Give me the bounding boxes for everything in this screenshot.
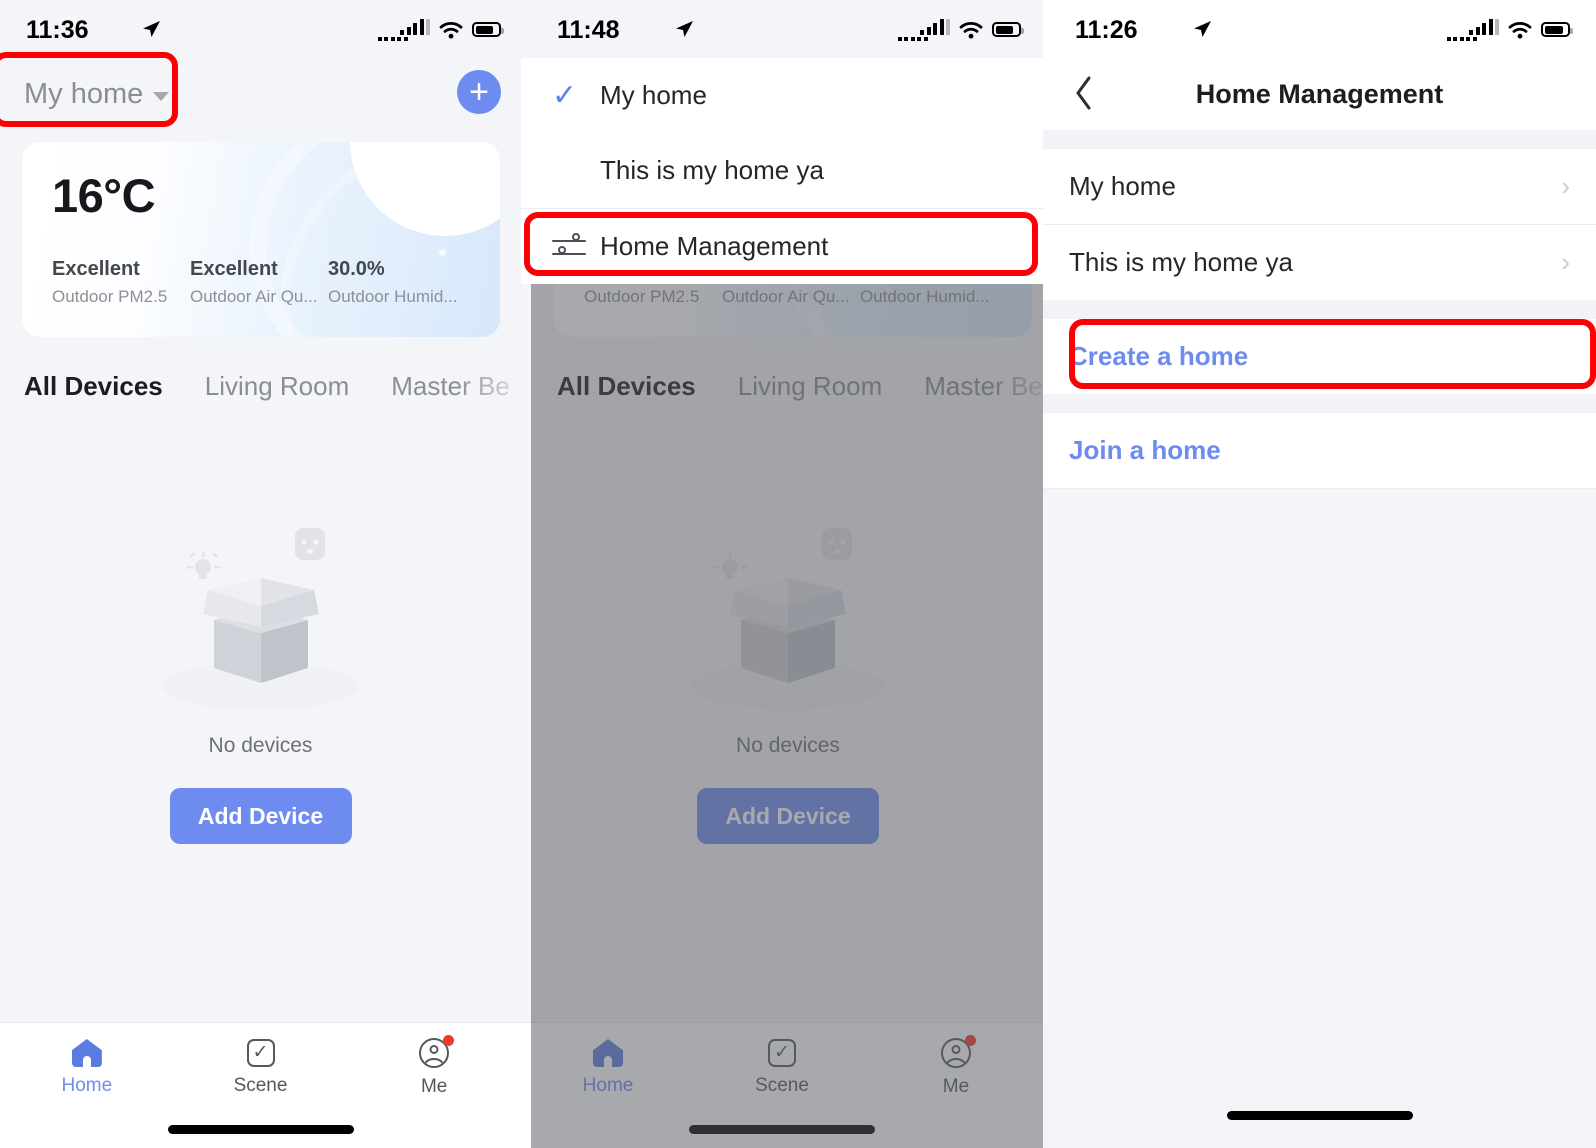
stat-label: Outdoor Humid... xyxy=(328,287,458,306)
stat-label: Outdoor Air Qu... xyxy=(190,287,318,306)
status-bar-indicators xyxy=(897,18,1024,41)
tab-scene-label: Scene xyxy=(233,1075,288,1096)
stat-value: Excellent xyxy=(190,258,278,280)
stat-label: Outdoor PM2.5 xyxy=(52,287,168,306)
stat-value: 30.0% xyxy=(328,258,385,280)
home-header: My home + xyxy=(0,58,521,136)
home-row-label: My home xyxy=(1069,171,1176,201)
room-tabs: All Devices Living Room Master Be ••• xyxy=(0,360,521,412)
page-title: Home Management xyxy=(1195,78,1444,109)
weather-stat: Excellent Outdoor Air Qu... xyxy=(190,258,328,307)
wifi-icon xyxy=(959,21,983,39)
battery-icon xyxy=(992,22,1024,37)
create-a-home-label: Create a home xyxy=(1069,341,1249,371)
location-arrow-icon xyxy=(1191,18,1213,46)
home-row-label: This is my home ya xyxy=(1069,247,1293,277)
status-bar-time: 11:26 xyxy=(1075,16,1138,44)
home-row-this-is-my-home-ya[interactable]: This is my home ya › xyxy=(1043,225,1596,300)
dropdown-item-label: Home Management xyxy=(600,231,829,261)
status-bar: 11:48 xyxy=(521,0,1043,58)
battery-icon xyxy=(472,22,504,37)
section-gap xyxy=(1043,300,1596,319)
add-device-plus-button[interactable]: + xyxy=(457,70,501,114)
phone-panel-home-screen: 11:36 My home + 16°C Excellent Outdoor P… xyxy=(0,0,521,1148)
empty-state-text: No devices xyxy=(208,734,313,757)
home-indicator xyxy=(167,1125,354,1134)
cellular-signal-icon xyxy=(897,18,950,41)
status-bar-time: 11:36 xyxy=(26,16,89,44)
join-home-section: Join a home xyxy=(1043,413,1596,489)
location-arrow-icon xyxy=(140,18,162,46)
section-gap xyxy=(1043,130,1596,149)
tab-master-bedroom[interactable]: Master Be xyxy=(391,371,510,402)
outdoor-temperature: 16°C xyxy=(52,169,156,222)
sliders-icon xyxy=(552,232,586,262)
join-a-home-button[interactable]: Join a home xyxy=(1043,413,1596,488)
wifi-icon xyxy=(439,21,463,39)
status-bar-indicators xyxy=(377,18,504,41)
wifi-icon xyxy=(1508,21,1532,39)
battery-icon xyxy=(1541,22,1573,37)
tab-home-label: Home xyxy=(61,1075,113,1096)
profile-icon xyxy=(419,1035,455,1068)
tab-me[interactable]: Me xyxy=(347,1023,521,1113)
location-arrow-icon xyxy=(673,18,695,46)
cellular-signal-icon xyxy=(377,18,430,41)
check-icon: ✓ xyxy=(552,78,578,112)
join-a-home-label: Join a home xyxy=(1069,435,1221,465)
tab-all-devices[interactable]: All Devices xyxy=(24,371,163,402)
homes-list: My home › This is my home ya › xyxy=(1043,149,1596,300)
weather-card[interactable]: 16°C Excellent Outdoor PM2.5 Excellent O… xyxy=(22,142,500,337)
tab-living-room[interactable]: Living Room xyxy=(205,371,350,402)
chevron-down-icon xyxy=(153,92,170,101)
actions-list: Create a home xyxy=(1043,319,1596,394)
bottom-tab-bar: Home ✓ Scene Me xyxy=(0,1022,521,1148)
dropdown-item-this-is-my-home-ya[interactable]: This is my home ya xyxy=(521,133,1043,208)
tab-scene[interactable]: ✓ Scene xyxy=(174,1023,348,1113)
back-button[interactable] xyxy=(1057,66,1111,120)
home-indicator xyxy=(1226,1111,1413,1120)
phone-panel-home-management: 11:26 Home Management My home › This is … xyxy=(1043,0,1596,1148)
chevron-left-icon xyxy=(1076,76,1091,110)
status-bar-indicators xyxy=(1446,18,1573,41)
dropdown-item-label: My home xyxy=(600,80,707,110)
home-selector-label: My home xyxy=(24,78,144,110)
screenshot-stage: 11:36 My home + 16°C Excellent Outdoor P… xyxy=(0,0,1596,1148)
cellular-signal-icon xyxy=(1446,18,1499,41)
status-bar: 11:36 xyxy=(0,0,521,58)
home-row-my-home[interactable]: My home › xyxy=(1043,149,1596,224)
create-a-home-button[interactable]: Create a home xyxy=(1043,319,1596,394)
decorative-dot xyxy=(439,249,446,256)
weather-stat: Excellent Outdoor PM2.5 xyxy=(52,258,190,307)
home-icon xyxy=(71,1039,102,1067)
weather-stat: 30.0% Outdoor Humid... xyxy=(328,258,466,307)
scene-checkbox-icon: ✓ xyxy=(246,1039,275,1067)
notification-badge xyxy=(443,1035,455,1046)
home-dropdown-menu: ✓ My home This is my home ya Home Manage… xyxy=(521,58,1043,284)
tab-me-label: Me xyxy=(420,1076,448,1097)
phone-panel-home-dropdown: 11:48 16°C xyxy=(521,0,1043,1148)
dropdown-item-label: This is my home ya xyxy=(600,155,824,185)
empty-state: No devices Add Device xyxy=(0,520,521,844)
dropdown-item-my-home[interactable]: ✓ My home xyxy=(521,58,1043,133)
section-gap xyxy=(1043,394,1596,413)
add-device-button-label: Add Device xyxy=(197,802,324,829)
status-bar: 11:26 xyxy=(1043,0,1596,58)
tab-home[interactable]: Home xyxy=(0,1023,174,1113)
dropdown-item-home-management[interactable]: Home Management xyxy=(521,209,1043,284)
add-device-button[interactable]: Add Device xyxy=(169,788,352,844)
empty-box-illustration xyxy=(131,520,391,710)
plus-icon: + xyxy=(469,73,489,111)
navigation-bar: Home Management xyxy=(1043,58,1596,130)
weather-stats: Excellent Outdoor PM2.5 Excellent Outdoo… xyxy=(52,258,466,307)
chevron-right-icon: › xyxy=(1561,171,1570,201)
divider xyxy=(1043,488,1596,489)
home-selector[interactable]: My home xyxy=(24,78,170,111)
status-bar-time: 11:48 xyxy=(557,16,620,44)
stat-value: Excellent xyxy=(52,258,140,280)
chevron-right-icon: › xyxy=(1561,247,1570,277)
